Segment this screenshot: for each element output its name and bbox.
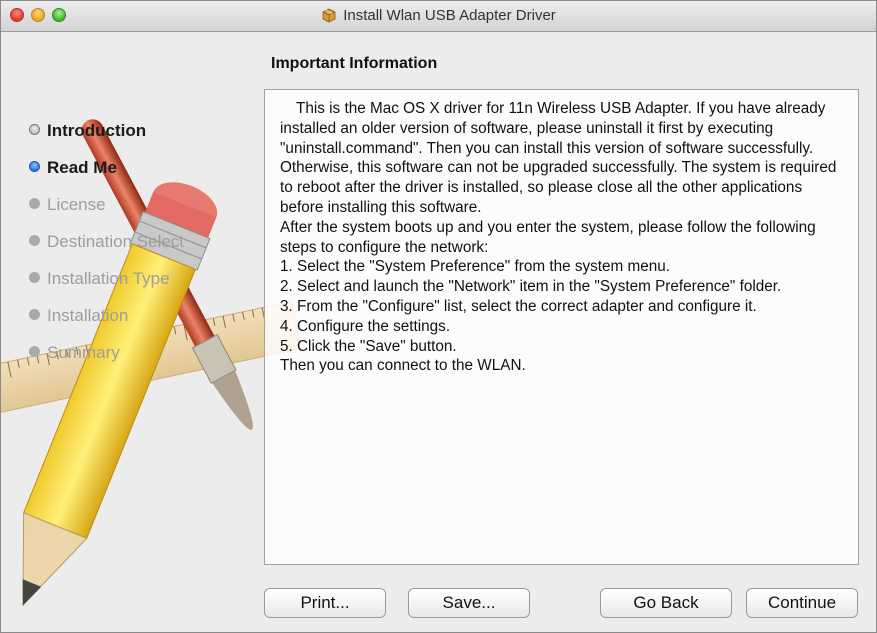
read-me-text-area[interactable]: This is the Mac OS X driver for 11n Wire… [264,89,859,565]
step-label: Summary [47,343,120,362]
package-icon [322,8,336,23]
after-boot-paragraph: After the system boots up and you enter … [280,218,816,256]
print-button[interactable]: Print... [264,588,386,618]
window-title-area: Install Wlan USB Adapter Driver [1,7,876,24]
step-label: Installation [47,306,129,325]
step-label: Read Me [47,158,117,177]
step-bullet-icon [29,346,40,357]
instruction-step: 4. Configure the settings. [280,317,451,335]
instruction-step: 1. Select the "System Preference" from t… [280,258,671,276]
step-bullet-icon [29,272,40,283]
step-bullet-icon [29,124,40,135]
step-label: Installation Type [47,269,170,288]
instruction-step: 3. From the "Configure" list, select the… [280,297,757,315]
step-summary: Summary [29,343,184,380]
page-heading: Important Information [271,55,438,72]
step-bullet-icon [29,235,40,246]
continue-button[interactable]: Continue [746,588,858,618]
step-installation: Installation [29,306,184,343]
installer-window: Install Wlan USB Adapter Driver Importan… [0,0,877,633]
step-label: Destination Select [47,232,185,251]
step-destination-select: Destination Select [29,232,184,269]
step-bullet-icon [29,309,40,320]
step-bullet-icon [29,161,40,172]
step-installation-type: Installation Type [29,269,184,306]
closing-paragraph: Then you can connect to the WLAN. [280,357,526,375]
go-back-button[interactable]: Go Back [600,588,732,618]
step-read-me: Read Me [29,158,184,195]
instruction-step: 5. Click the "Save" button. [280,337,457,355]
step-introduction: Introduction [29,121,184,158]
intro-paragraph: This is the Mac OS X driver for 11n Wire… [280,100,837,216]
save-button[interactable]: Save... [408,588,530,618]
instruction-step: 2. Select and launch the "Network" item … [280,278,782,296]
step-label: License [47,195,106,214]
step-bullet-icon [29,198,40,209]
title-bar[interactable]: Install Wlan USB Adapter Driver [1,1,876,32]
step-label: Introduction [47,121,147,140]
installer-steps: Introduction Read Me License Destination… [29,121,184,380]
step-license: License [29,195,184,232]
window-title: Install Wlan USB Adapter Driver [343,7,556,24]
